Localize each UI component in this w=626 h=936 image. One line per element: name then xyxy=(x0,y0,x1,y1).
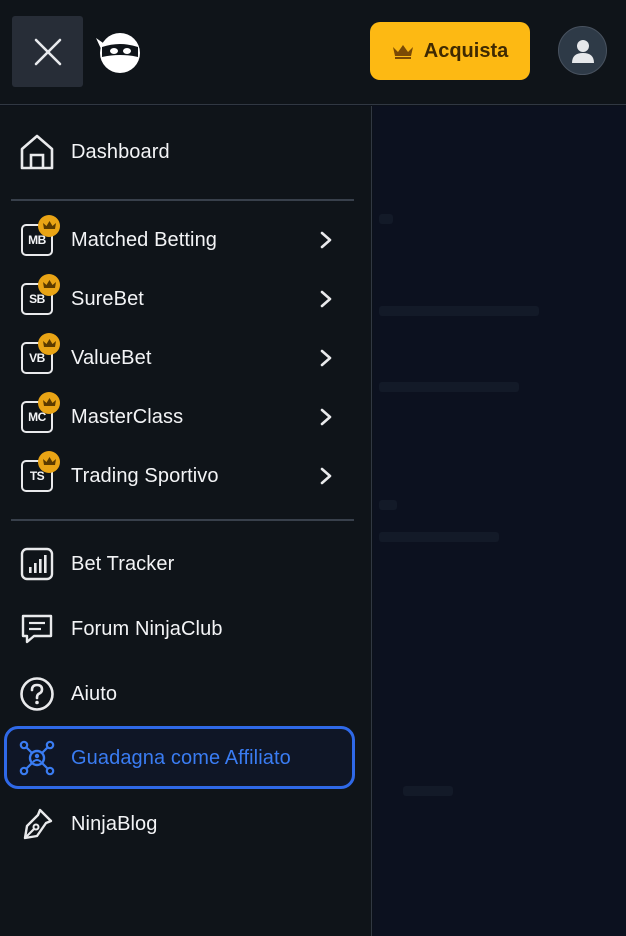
help-icon xyxy=(19,674,55,714)
mb-icon: MB xyxy=(21,215,60,256)
affiliate-icon xyxy=(19,738,55,778)
faded-content xyxy=(379,382,519,392)
sidebar-menu: Dashboard MB Matched Betting SB SureBet xyxy=(0,106,372,936)
sidebar-item-bet-tracker[interactable]: Bet Tracker xyxy=(0,538,372,590)
sidebar-item-masterclass[interactable]: MC MasterClass xyxy=(0,391,372,443)
crown-icon xyxy=(392,45,413,59)
sidebar-item-trading-sportivo[interactable]: TS Trading Sportivo xyxy=(0,450,372,502)
crown-icon xyxy=(38,392,60,414)
ts-badge: TS xyxy=(19,451,60,496)
sidebar-item-label: Bet Tracker xyxy=(71,552,175,575)
chevron-right-icon xyxy=(320,290,332,308)
faded-content xyxy=(403,786,453,796)
crown-icon xyxy=(38,333,60,355)
user-avatar-button[interactable] xyxy=(558,26,607,75)
page-overlay[interactable] xyxy=(373,106,626,936)
sidebar-item-label: MasterClass xyxy=(71,405,184,428)
chat-icon xyxy=(19,609,55,649)
sidebar-item-label: Aiuto xyxy=(71,682,118,705)
faded-content xyxy=(379,214,393,224)
vb-badge: VB xyxy=(19,333,60,378)
top-bar: Acquista xyxy=(0,0,626,105)
pen-icon xyxy=(19,804,55,844)
sidebar-item-surebet[interactable]: SB SureBet xyxy=(0,273,372,325)
sidebar-item-matched-betting[interactable]: MB Matched Betting xyxy=(0,214,372,266)
chart-icon xyxy=(19,544,55,584)
chevron-right-icon xyxy=(320,231,332,249)
chevron-right-icon xyxy=(320,349,332,367)
close-menu-button[interactable] xyxy=(12,16,83,87)
faded-content xyxy=(379,306,539,316)
sidebar-item-label: Matched Betting xyxy=(71,228,218,251)
faded-content xyxy=(379,500,397,510)
mc-badge: MC xyxy=(19,392,60,437)
divider xyxy=(11,519,354,521)
sidebar-item-label: Dashboard xyxy=(71,140,170,163)
vb-icon: VB xyxy=(21,333,60,374)
ts-icon: TS xyxy=(21,451,60,492)
sb-icon: SB xyxy=(21,274,60,315)
user-icon xyxy=(571,39,594,63)
sidebar-item-dashboard[interactable]: Dashboard xyxy=(0,126,372,178)
close-icon xyxy=(34,38,61,65)
sidebar-item-forum-ninjaclub[interactable]: Forum NinjaClub xyxy=(0,603,372,655)
sidebar-item-valuebet[interactable]: VB ValueBet xyxy=(0,332,372,384)
mb-badge: MB xyxy=(19,215,60,260)
sidebar-item-label: NinjaBlog xyxy=(71,812,158,835)
sidebar-item-label: Trading Sportivo xyxy=(71,464,219,487)
home-icon xyxy=(19,132,55,172)
sidebar-item-ninjablog[interactable]: NinjaBlog xyxy=(0,798,372,850)
mc-icon: MC xyxy=(21,392,60,433)
sidebar-item-label: SureBet xyxy=(71,287,144,310)
buy-button-label: Acquista xyxy=(423,39,509,62)
sidebar-item-guadagna-come-affiliato[interactable]: Guadagna come Affiliato xyxy=(0,732,372,784)
sidebar-item-aiuto[interactable]: Aiuto xyxy=(0,668,372,720)
divider xyxy=(11,199,354,201)
crown-icon xyxy=(38,451,60,473)
buy-button[interactable]: Acquista xyxy=(370,22,530,80)
crown-icon xyxy=(38,274,60,296)
sidebar-item-label: ValueBet xyxy=(71,346,152,369)
chevron-right-icon xyxy=(320,408,332,426)
chevron-right-icon xyxy=(320,467,332,485)
faded-content xyxy=(379,532,499,542)
sb-badge: SB xyxy=(19,274,60,319)
crown-icon xyxy=(38,215,60,237)
ninja-logo-icon[interactable] xyxy=(92,29,144,75)
sidebar-item-label: Forum NinjaClub xyxy=(71,617,223,640)
sidebar-item-label: Guadagna come Affiliato xyxy=(71,746,291,769)
